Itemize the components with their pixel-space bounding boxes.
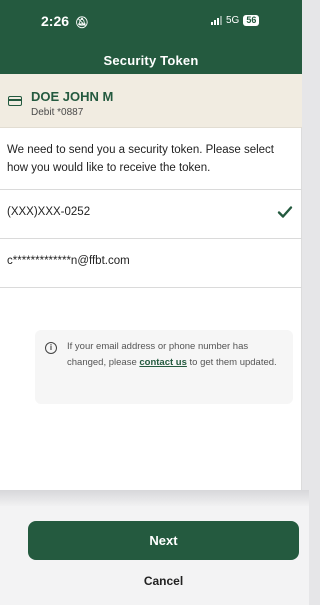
page-title: Security Token: [103, 53, 199, 68]
account-summary: DOE JOHN M Debit *0887: [0, 74, 302, 128]
option-email-label: c*************n@ffbt.com: [7, 255, 130, 267]
bell-slash-icon: 🔕︎: [74, 17, 89, 29]
next-button[interactable]: Next: [28, 521, 299, 560]
contact-us-link[interactable]: contact us: [139, 357, 187, 368]
battery-icon: 56: [243, 15, 260, 26]
option-email[interactable]: c*************n@ffbt.com: [0, 239, 302, 287]
info-text-after: to get them updated.: [186, 357, 277, 368]
instructions-text: We need to send you a security token. Pl…: [7, 144, 274, 174]
account-number: Debit *0887: [31, 107, 84, 118]
network-label: 5G: [226, 15, 240, 26]
app-header: 2:26 🔕︎ 5G 56 Security Token: [0, 0, 302, 74]
account-name: DOE JOHN M: [31, 89, 114, 104]
info-text: If your email address or phone number ha…: [67, 339, 287, 371]
signal-icon: [211, 16, 222, 25]
check-icon: [277, 206, 293, 218]
cancel-button[interactable]: Cancel: [28, 570, 299, 592]
info-notice: i If your email address or phone number …: [35, 330, 293, 404]
status-time-text: 2:26: [41, 13, 70, 29]
screen-edge: [0, 490, 309, 506]
divider: [0, 287, 302, 288]
card-icon: [8, 96, 22, 106]
status-time: 2:26 🔕︎: [41, 13, 89, 29]
option-phone[interactable]: (XXX)XXX-0252: [0, 190, 302, 238]
info-icon: i: [45, 342, 57, 354]
status-indicators: 5G 56: [211, 15, 260, 26]
phone-screen: 2:26 🔕︎ 5G 56 Security Token DOE JOHN M …: [0, 0, 302, 490]
option-phone-label: (XXX)XXX-0252: [7, 206, 91, 218]
